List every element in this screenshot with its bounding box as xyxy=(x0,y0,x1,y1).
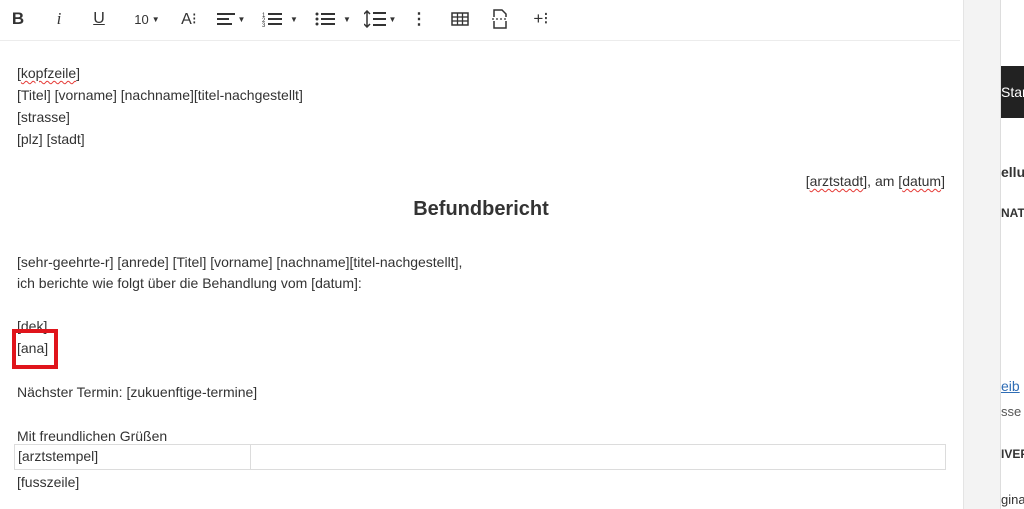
salutation-line: [sehr-geehrte-r] [anrede] [Titel] [vorna… xyxy=(17,254,463,270)
address-city-line: [plz] [stadt] xyxy=(17,131,85,147)
bullet-list-icon xyxy=(315,12,336,26)
align-left-icon xyxy=(216,13,235,25)
next-appointment-line: Nächster Termin: [zukuenftige-termine] xyxy=(17,383,257,401)
bold-button[interactable]: B xyxy=(9,6,27,32)
italic-button[interactable]: i xyxy=(51,6,67,32)
more-options-button[interactable]: ⋮ xyxy=(411,6,427,32)
table-icon xyxy=(451,12,469,26)
line-height-dropdown[interactable]: ▼ xyxy=(362,6,398,32)
intro-line: ich berichte wie folgt über die Behandlu… xyxy=(17,275,362,291)
placeholder-fusszeile: [fusszeile] xyxy=(17,474,80,490)
underline-button[interactable]: U xyxy=(90,6,108,32)
font-size-dropdown[interactable]: 10 ▼ xyxy=(127,6,167,32)
chevron-down-icon: ▼ xyxy=(237,14,246,24)
place-date-line: [arztstadt], am [datum] xyxy=(805,173,945,189)
place-date-separator: ], am [ xyxy=(863,173,903,189)
signature-table[interactable]: [arztstempel] xyxy=(14,444,946,470)
placeholder-zukuenftige-termine: [zukuenftige-termine] xyxy=(126,384,258,400)
selection-highlight-box xyxy=(12,329,58,369)
side-text: sse xyxy=(1001,404,1022,419)
table-button[interactable] xyxy=(449,6,471,32)
side-label: NAT xyxy=(1001,206,1024,220)
address-street-line: [strasse] xyxy=(17,109,70,125)
page-break-icon xyxy=(492,9,508,29)
start-button[interactable]: Star xyxy=(1001,66,1024,118)
header-line: [kopfzeile] xyxy=(17,65,81,81)
side-label-2: IVEF xyxy=(1001,447,1024,461)
font-size-value: 10 xyxy=(134,11,149,27)
page-break-button[interactable] xyxy=(490,6,510,32)
side-panel: Star ellur NAT eib sse IVEF gina xyxy=(1000,0,1024,509)
document-title: Befundbericht xyxy=(413,198,549,220)
svg-text:3: 3 xyxy=(262,23,266,27)
side-heading: ellur xyxy=(1001,164,1024,180)
line-height-icon xyxy=(363,10,386,28)
table-cell-stamp[interactable]: [arztstempel] xyxy=(15,445,251,469)
next-appointment-label: Nächster Termin: xyxy=(17,384,127,400)
document-editor[interactable]: [kopfzeile] [Titel] [vorname] [nachname]… xyxy=(0,41,960,509)
placeholder-arztstadt: arztstadt xyxy=(809,173,864,189)
chevron-down-icon: ▼ xyxy=(290,14,298,24)
address-name-line: [Titel] [vorname] [nachname][titel-nachg… xyxy=(17,87,303,103)
insert-button[interactable]: +⁝ xyxy=(530,6,552,32)
editor-scroll-gutter[interactable] xyxy=(963,0,1001,509)
chevron-down-icon: ▼ xyxy=(388,14,397,24)
bullet-list-dropdown[interactable]: ▼ xyxy=(312,6,354,32)
text-format-button[interactable]: A⁝ xyxy=(178,6,200,32)
side-link[interactable]: eib xyxy=(1001,378,1020,394)
editor-toolbar: B i U 10 ▼ A⁝ ▼ 123 ▼ ▼ ▼ ⋮ +⁝ xyxy=(0,0,960,41)
chevron-down-icon: ▼ xyxy=(343,14,351,24)
placeholder-kopfzeile: kopfzeile xyxy=(20,65,77,81)
side-text-2: gina xyxy=(1001,492,1024,507)
numbered-list-dropdown[interactable]: 123 ▼ xyxy=(259,6,301,32)
numbered-list-icon: 123 xyxy=(262,13,283,27)
table-cell-empty[interactable] xyxy=(251,445,945,469)
chevron-down-icon: ▼ xyxy=(151,14,160,24)
closing-line: Mit freundlichen Grüßen xyxy=(17,428,168,444)
placeholder-datum: datum xyxy=(902,173,942,189)
align-dropdown[interactable]: ▼ xyxy=(214,6,248,32)
